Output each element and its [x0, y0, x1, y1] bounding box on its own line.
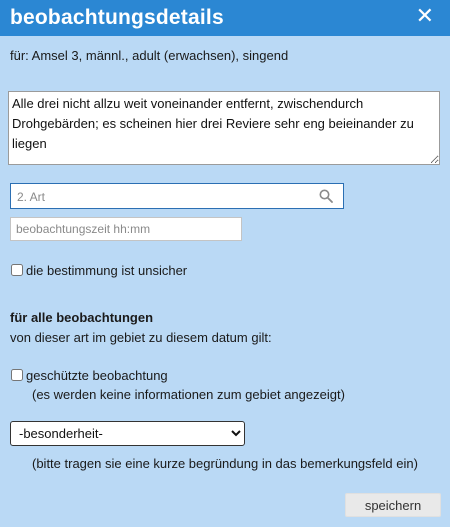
- save-button[interactable]: speichern: [345, 493, 441, 517]
- observation-subtitle: für: Amsel 3, männl., adult (erwachsen),…: [10, 48, 289, 63]
- protected-note: (es werden keine informationen zum gebie…: [32, 387, 345, 402]
- dialog-title: beobachtungsdetails: [10, 6, 224, 29]
- special-select[interactable]: -besonderheit-: [10, 421, 245, 446]
- search-icon[interactable]: [319, 189, 333, 203]
- uncertain-label[interactable]: die bestimmung ist unsicher: [26, 263, 187, 278]
- remarks-textarea[interactable]: Alle drei nicht allzu weit voneinander e…: [8, 91, 440, 165]
- special-note: (bitte tragen sie eine kurze begründung …: [32, 456, 418, 471]
- species-search-field[interactable]: [10, 183, 344, 209]
- close-icon[interactable]: ✕: [416, 5, 434, 27]
- observation-details-dialog: beobachtungsdetails ✕ für: Amsel 3, männ…: [0, 0, 450, 527]
- protected-checkbox[interactable]: [11, 369, 23, 381]
- all-observations-description: von dieser art im gebiet zu diesem datum…: [10, 330, 272, 345]
- observation-time-input[interactable]: [10, 217, 242, 241]
- all-observations-heading: für alle beobachtungen: [10, 310, 154, 325]
- dialog-titlebar: beobachtungsdetails ✕: [0, 0, 450, 36]
- species-search-input[interactable]: [15, 186, 309, 208]
- uncertain-checkbox[interactable]: [11, 264, 23, 276]
- protected-label[interactable]: geschützte beobachtung: [26, 368, 168, 383]
